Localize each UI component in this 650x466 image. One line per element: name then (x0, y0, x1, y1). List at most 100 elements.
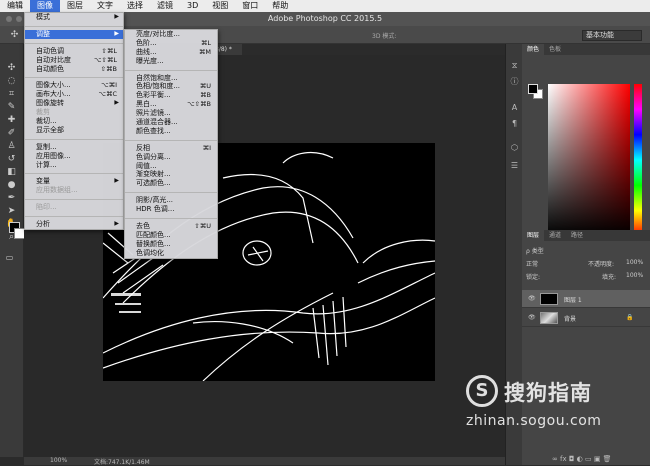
menu-2[interactable]: 图层 (60, 0, 90, 12)
opacity-value[interactable]: 100% (626, 259, 643, 266)
menu-item[interactable]: 颜色查找... (125, 127, 217, 136)
menu-item[interactable]: 分析 ▶ (25, 220, 123, 229)
menu-item[interactable]: 色相/饱和度... ⌘U (125, 82, 217, 91)
menu-item[interactable]: 调整 ▶ (25, 29, 123, 39)
dodge-tool-icon[interactable]: ● (5, 179, 18, 191)
path-selection-icon[interactable]: ➤ (5, 205, 18, 217)
menu-item[interactable]: 通道混合器... (125, 118, 217, 127)
menu-item[interactable]: 图像大小... ⌥⌘I (25, 81, 123, 90)
tab-swatches[interactable]: 色板 (544, 44, 566, 55)
menu-item[interactable]: 匹配颜色... (125, 231, 217, 240)
move-tool-icon[interactable]: ✣ (8, 29, 21, 41)
healing-brush-icon[interactable]: ✚ (5, 114, 18, 126)
menu-3[interactable]: 文字 (90, 0, 120, 12)
lasso-tool-icon[interactable]: ◌ (5, 75, 18, 87)
menu-item[interactable]: 色阶... ⌘L (125, 39, 217, 48)
clone-stamp-icon[interactable]: ♙ (5, 140, 18, 152)
blend-mode-select[interactable]: 正常 (526, 261, 538, 268)
quick-mask-icon[interactable]: ▭ (3, 252, 16, 264)
menu-item[interactable]: 画布大小... ⌥⌘C (25, 90, 123, 99)
visibility-eye-icon[interactable]: 👁 (528, 295, 536, 302)
menu-7[interactable]: 视图 (205, 0, 235, 12)
menu-item[interactable]: 应用图像... (25, 152, 123, 161)
menu-item[interactable]: 色调均化 (125, 249, 217, 258)
menu-item[interactable]: 反相 ⌘I (125, 144, 217, 153)
menu-0[interactable]: 编辑 (0, 0, 30, 12)
menu-item[interactable]: 曝光度... (125, 57, 217, 66)
properties-panel-icon[interactable]: ☰ (509, 160, 520, 171)
menu-item[interactable]: 可选颜色... (125, 179, 217, 188)
menu-item-label: 色相/饱和度... (136, 82, 181, 91)
menu-item[interactable]: 自动色调 ⇧⌘L (25, 47, 123, 56)
layer-row[interactable]: 👁 背景 🔒 (522, 309, 650, 327)
menu-item: 裁剪 (25, 108, 123, 117)
menu-item[interactable]: 自动对比度 ⌥⇧⌘L (25, 56, 123, 65)
menu-item[interactable]: 自动颜色 ⇧⌘B (25, 65, 123, 74)
move-tool-icon[interactable]: ✣ (5, 62, 18, 74)
menu-item[interactable]: 复制... (25, 143, 123, 152)
menu-item[interactable]: 模式 ▶ (25, 13, 123, 22)
eraser-tool-icon[interactable]: ◧ (5, 166, 18, 178)
color-panel (522, 55, 650, 236)
3d-panel-icon[interactable]: ⬡ (509, 142, 520, 153)
visibility-eye-icon[interactable]: 👁 (528, 314, 536, 321)
menu-item-label: 显示全部 (36, 125, 64, 134)
menu-9[interactable]: 帮助 (265, 0, 295, 12)
watermark: S 搜狗指南 zhinan.sogou.com (466, 373, 636, 433)
menu-shortcut: ⌘I (202, 143, 211, 152)
menu-item[interactable]: 亮度/对比度... (125, 30, 217, 39)
tab-layers[interactable]: 图层 (522, 230, 545, 241)
menu-item[interactable]: 黑白... ⌥⇧⌘B (125, 100, 217, 109)
menu-1[interactable]: 图像 (30, 0, 60, 12)
history-brush-icon[interactable]: ↺ (5, 153, 18, 165)
menu-4[interactable]: 选择 (120, 0, 150, 12)
menu-item[interactable]: 裁切... (25, 117, 123, 126)
brush-tool-icon[interactable]: ✐ (5, 127, 18, 139)
menu-item-label: 阈值... (136, 161, 157, 170)
color-panel-tabs: 颜色 色板 (522, 44, 650, 55)
menu-item-label: 图像旋转 (36, 99, 64, 108)
zoom-level[interactable]: 100% (50, 457, 67, 464)
layer-row[interactable]: 👁 图层 1 (522, 290, 650, 308)
menu-item-label: 曲线... (136, 47, 157, 56)
workspace-select[interactable]: 基本功能 (582, 30, 642, 41)
hue-slider[interactable] (634, 84, 642, 236)
layer-filter[interactable]: ρ 类型 (526, 246, 650, 255)
layer-buttons[interactable]: ∞ fx ◘ ◐ ▭ ▣ 🗑 (522, 454, 650, 465)
menu-item[interactable]: 曲线... ⌘M (125, 48, 217, 57)
menu-item[interactable]: 照片滤镜... (125, 109, 217, 118)
menu-5[interactable]: 滤镜 (150, 0, 180, 12)
color-field[interactable] (548, 84, 630, 236)
menu-item[interactable]: 去色 ⇧⌘U (125, 222, 217, 231)
fill-value[interactable]: 100% (626, 272, 643, 279)
tab-channels[interactable]: 通道 (544, 230, 566, 241)
paragraph-panel-icon[interactable]: ¶ (509, 118, 520, 129)
character-panel-icon[interactable]: A (509, 102, 520, 113)
pen-tool-icon[interactable]: ✒ (5, 192, 18, 204)
crop-tool-icon[interactable]: ⌗ (5, 88, 18, 100)
menu-shortcut: ⌘U (199, 82, 211, 91)
tab-color[interactable]: 颜色 (522, 44, 545, 55)
menu-shortcut: ⌥⇧⌘L (93, 55, 117, 64)
menu-item[interactable]: 显示全部 (25, 126, 123, 135)
menu-item[interactable]: 计算... (25, 161, 123, 170)
tab-paths[interactable]: 路径 (566, 230, 588, 241)
menu-item[interactable]: 图像旋转 ▶ (25, 99, 123, 108)
panel-foreground-swatch[interactable] (528, 84, 538, 94)
menu-6[interactable]: 3D (180, 0, 205, 12)
menu-item[interactable]: 阴影/高光... (125, 196, 217, 205)
menu-item[interactable]: 色调分离... (125, 153, 217, 162)
menu-shortcut: ⌘L (200, 38, 211, 47)
menu-item[interactable]: 色彩平衡... ⌘B (125, 91, 217, 100)
eyedropper-tool-icon[interactable]: ✎ (5, 101, 18, 113)
history-panel-icon[interactable]: ⧖ (509, 60, 520, 71)
info-panel-icon[interactable]: ⓘ (509, 76, 520, 87)
menu-item-label: 裁切... (36, 117, 57, 126)
menu-item[interactable]: HDR 色调... (125, 205, 217, 214)
menu-item[interactable]: 替换颜色... (125, 240, 217, 249)
menu-8[interactable]: 窗口 (235, 0, 265, 12)
lock-icon: 🔒 (626, 314, 634, 321)
adjustments-submenu: 亮度/对比度... 色阶... ⌘L 曲线... ⌘M 曝光度... 自然饱和度... 色相/… (124, 29, 218, 259)
layer-name: 背景 (564, 316, 577, 323)
menu-item-label: 应用图像... (36, 151, 71, 160)
